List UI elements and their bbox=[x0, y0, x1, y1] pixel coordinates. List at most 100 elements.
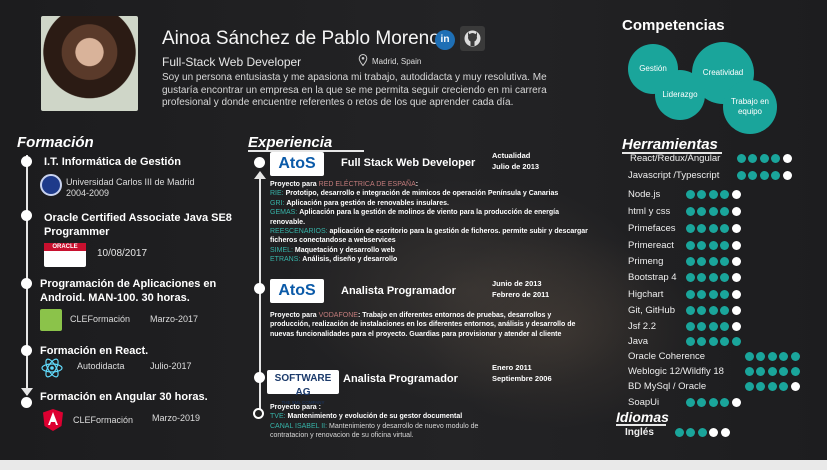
tool-label: Jsf 2.2 bbox=[628, 321, 656, 332]
atos-logo-icon: AtoS bbox=[270, 152, 324, 176]
skill-dot-filled bbox=[720, 398, 730, 407]
experiencia-date-start: Septiembre 2006 bbox=[492, 374, 552, 383]
experiencia-date-start: Febrero de 2011 bbox=[492, 290, 550, 299]
formacion-title: Formación bbox=[17, 134, 94, 151]
competencia-bubble: Trabajo en equipo bbox=[723, 80, 777, 134]
experiencia-date-start: Julio de 2013 bbox=[492, 162, 540, 171]
skill-dot-empty bbox=[731, 224, 741, 233]
skill-dot-filled bbox=[720, 322, 730, 331]
formacion-item-title: Oracle Certified Associate Java SE8 Prog… bbox=[44, 212, 232, 238]
project-key: TVE: bbox=[270, 413, 286, 421]
react-icon bbox=[41, 358, 63, 378]
skill-dot-filled bbox=[708, 257, 718, 266]
skill-dot-filled bbox=[745, 382, 754, 391]
tool-label: Primefaces bbox=[628, 223, 676, 234]
skill-dot-filled bbox=[697, 398, 707, 407]
project-key: REESCENARIOS: bbox=[270, 228, 328, 236]
formacion-university: Universidad Carlos III de Madrid bbox=[66, 177, 195, 187]
timeline-dot bbox=[21, 210, 32, 221]
software-ag-logo-icon: SOFTWARE AG THE XML COMPANY bbox=[267, 370, 339, 405]
skill-dot-filled bbox=[737, 154, 746, 163]
herramientas-title: Herramientas bbox=[622, 136, 718, 153]
experiencia-date-end: Enero 2011 bbox=[492, 363, 532, 372]
tool-label: Git, GitHub bbox=[628, 305, 675, 316]
skill-dot-filled bbox=[720, 190, 730, 199]
skill-dot-filled bbox=[790, 367, 800, 376]
skill-dot-filled bbox=[745, 367, 754, 376]
project-label: Proyecto para bbox=[270, 312, 317, 319]
skill-dot-empty bbox=[731, 257, 741, 266]
location-pin-icon bbox=[358, 54, 368, 66]
skill-dot-filled bbox=[686, 190, 695, 199]
skill-dot-filled bbox=[771, 154, 781, 163]
skill-dot-filled bbox=[759, 171, 769, 180]
atos-logo-icon: AtoS bbox=[270, 279, 324, 303]
project-desc: Prototipo, desarrollo e integración de m… bbox=[285, 190, 559, 198]
timeline-arrow-down-icon bbox=[21, 388, 33, 396]
linkedin-icon[interactable]: in bbox=[435, 30, 455, 50]
skill-dot-filled bbox=[708, 337, 718, 346]
project-key: SIMEL: bbox=[270, 246, 293, 254]
skill-dot-filled bbox=[697, 290, 707, 299]
timeline-dot bbox=[21, 278, 32, 289]
language-label: Inglés bbox=[625, 427, 654, 438]
skill-dot-filled bbox=[748, 171, 758, 180]
tool-label: Primereact bbox=[628, 240, 674, 251]
tool-level bbox=[745, 367, 802, 376]
skill-dot-empty bbox=[782, 154, 792, 163]
skill-dot-filled bbox=[720, 224, 730, 233]
skill-dot-empty bbox=[731, 322, 741, 331]
skill-dot-filled bbox=[686, 224, 695, 233]
formacion-item-title: Programación de Aplicaciones en Android.… bbox=[40, 278, 217, 304]
experiencia-job-title: Full Stack Web Developer bbox=[341, 157, 476, 169]
formacion-years: 2004-2009 bbox=[66, 188, 110, 198]
github-icon[interactable] bbox=[460, 26, 485, 51]
skill-dot-empty bbox=[720, 428, 730, 437]
person-name: Ainoa Sánchez de Pablo Moreno bbox=[162, 28, 440, 49]
tool-level bbox=[745, 382, 802, 391]
skill-dot-filled bbox=[759, 154, 769, 163]
skill-dot-filled bbox=[779, 367, 789, 376]
oracle-certified-badge-icon: ORACLE bbox=[44, 243, 86, 267]
skill-dot-filled bbox=[720, 290, 730, 299]
tool-label: React/Redux/Angular bbox=[630, 153, 721, 164]
tool-label: Bootstrap 4 bbox=[628, 272, 677, 283]
formacion-date: Marzo-2017 bbox=[150, 314, 199, 324]
android-icon bbox=[40, 309, 62, 331]
skill-dot-filled bbox=[686, 241, 695, 250]
skill-dot-filled bbox=[697, 257, 707, 266]
skill-dot-filled bbox=[720, 207, 730, 216]
skill-dot-filled bbox=[708, 207, 718, 216]
skill-dot-empty bbox=[782, 171, 792, 180]
competencia-bubble: Liderazgo bbox=[655, 70, 705, 120]
experiencia-description: Proyecto para : TVE: Mantenimiento y evo… bbox=[270, 403, 505, 441]
skill-dot-filled bbox=[708, 290, 718, 299]
skill-dot-empty bbox=[731, 306, 741, 315]
project-label: Proyecto para : bbox=[270, 404, 321, 411]
tool-level bbox=[745, 352, 802, 361]
skill-dot-filled bbox=[731, 337, 741, 346]
angular-icon bbox=[43, 409, 63, 431]
tool-level bbox=[686, 322, 743, 331]
skill-dot-filled bbox=[720, 257, 730, 266]
skill-dot-filled bbox=[686, 273, 695, 282]
competencias-title: Competencias bbox=[622, 17, 725, 34]
experiencia-job-title: Analista Programador bbox=[341, 285, 456, 297]
experiencia-title: Experiencia bbox=[248, 134, 333, 151]
skill-dot-empty bbox=[731, 290, 741, 299]
skill-dot-filled bbox=[686, 322, 695, 331]
tool-label: Higchart bbox=[628, 289, 664, 300]
skill-dot-empty bbox=[731, 241, 741, 250]
timeline-dot bbox=[21, 345, 32, 356]
timeline-dot bbox=[21, 156, 32, 167]
skill-dot-empty bbox=[731, 190, 741, 199]
skill-dot-filled bbox=[771, 171, 781, 180]
skill-dot-empty bbox=[731, 207, 741, 216]
project-desc: Mantenimiento y evolución de su gestor d… bbox=[287, 413, 463, 421]
tool-level bbox=[686, 337, 743, 346]
formacion-item-title: I.T. Informática de Gestión bbox=[44, 156, 181, 168]
skill-dot-filled bbox=[779, 352, 789, 361]
experiencia-job-title: Analista Programador bbox=[343, 373, 458, 385]
skill-dot-filled bbox=[697, 322, 707, 331]
tool-level bbox=[686, 306, 743, 315]
